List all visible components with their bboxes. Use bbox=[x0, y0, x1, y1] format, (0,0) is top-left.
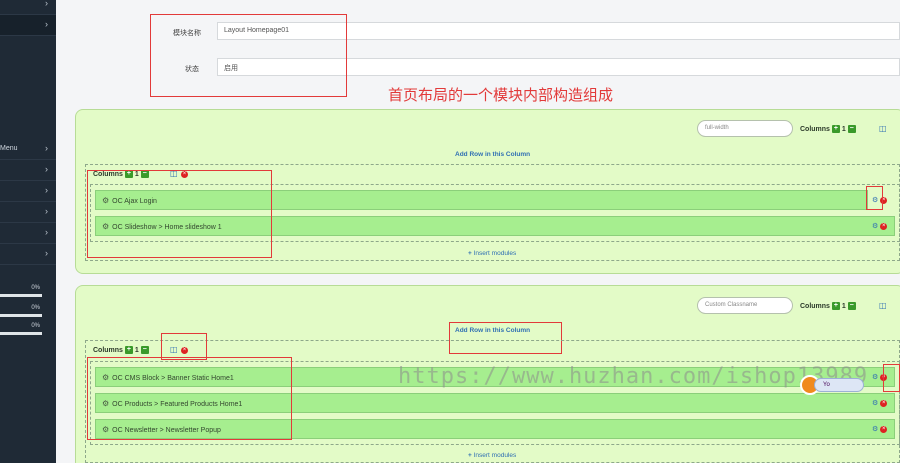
annotation-box bbox=[87, 170, 272, 258]
sidebar-item[interactable]: › bbox=[0, 202, 56, 223]
close-icon[interactable]: × bbox=[880, 222, 888, 230]
class-input[interactable]: Custom Classname bbox=[697, 297, 793, 314]
columns-label: Columns bbox=[800, 302, 830, 310]
layout-icon[interactable]: ◫ bbox=[879, 301, 887, 310]
settings-icon[interactable]: ⚙ bbox=[872, 400, 878, 407]
close-icon[interactable]: × bbox=[880, 425, 888, 433]
sidebar: › › Menu › › › › › › 0% 0% 0% bbox=[0, 0, 56, 463]
class-input[interactable]: full-width bbox=[697, 120, 793, 137]
sidebar-item[interactable]: › bbox=[0, 223, 56, 244]
module-actions: ⚙ × bbox=[872, 222, 888, 230]
minus-icon[interactable]: − bbox=[847, 125, 856, 133]
annotation-box bbox=[161, 333, 207, 360]
chevron-right-icon: › bbox=[45, 248, 48, 258]
plus-icon: + bbox=[468, 452, 472, 459]
close-icon[interactable]: × bbox=[880, 399, 888, 407]
sidebar-progress: 0% bbox=[0, 320, 42, 340]
columns-label: Columns bbox=[93, 346, 123, 354]
minus-icon[interactable]: − bbox=[140, 346, 149, 354]
plus-icon[interactable]: + bbox=[831, 125, 840, 133]
settings-icon[interactable]: ⚙ bbox=[872, 426, 878, 433]
progress-bar bbox=[0, 294, 42, 297]
annotation-box bbox=[883, 364, 900, 392]
layout-icon[interactable]: ◫ bbox=[879, 124, 887, 133]
module-actions: ⚙ × bbox=[872, 425, 888, 433]
plus-icon[interactable]: + bbox=[124, 346, 133, 354]
annotation-box bbox=[87, 357, 292, 440]
annotation-caption: 首页布局的一个模块内部构造组成 bbox=[388, 86, 614, 104]
columns-control: Columns + 1 − bbox=[800, 125, 856, 133]
chevron-right-icon: › bbox=[45, 185, 48, 195]
module-actions: ⚙ × bbox=[872, 399, 888, 407]
settings-icon[interactable]: ⚙ bbox=[872, 223, 878, 230]
plus-icon[interactable]: + bbox=[831, 302, 840, 310]
sidebar-item[interactable]: › bbox=[0, 0, 56, 15]
floating-badge: Yo bbox=[814, 378, 864, 392]
columns-count: 1 bbox=[841, 302, 846, 310]
annotation-box bbox=[866, 186, 883, 210]
insert-modules-label: Insert modules bbox=[473, 250, 517, 257]
chevron-right-icon: › bbox=[45, 164, 48, 174]
insert-modules-link[interactable]: + Insert modules bbox=[468, 452, 516, 459]
columns-label: Columns bbox=[800, 125, 830, 133]
columns-control: Columns + 1 − bbox=[800, 302, 856, 310]
columns-count: 1 bbox=[841, 125, 846, 133]
settings-icon[interactable]: ⚙ bbox=[872, 374, 878, 381]
chevron-right-icon: › bbox=[45, 143, 48, 153]
chevron-right-icon: › bbox=[45, 19, 48, 29]
chevron-right-icon: › bbox=[45, 206, 48, 216]
sidebar-item-menu[interactable]: Menu › bbox=[0, 139, 56, 160]
progress-bar bbox=[0, 332, 42, 335]
progress-percent: 0% bbox=[31, 305, 40, 311]
insert-modules-label: Insert modules bbox=[473, 452, 517, 459]
sidebar-item[interactable]: › bbox=[0, 244, 56, 265]
sidebar-progress: 0% bbox=[0, 282, 42, 302]
watermark: https://www.huzhan.com/ishop13989 bbox=[398, 364, 869, 389]
inner-columns-control: Columns + 1 − bbox=[93, 346, 149, 354]
chevron-right-icon: › bbox=[45, 227, 48, 237]
plus-icon: + bbox=[468, 250, 472, 257]
sidebar-item-label: Menu bbox=[0, 145, 18, 152]
sidebar-progress: 0% bbox=[0, 302, 42, 322]
chevron-right-icon: › bbox=[45, 0, 48, 8]
annotation-box bbox=[150, 14, 347, 97]
progress-percent: 0% bbox=[31, 285, 40, 291]
add-row-link[interactable]: Add Row in this Column bbox=[455, 151, 530, 158]
sidebar-item[interactable]: › bbox=[0, 160, 56, 181]
progress-bar bbox=[0, 314, 42, 317]
progress-percent: 0% bbox=[31, 323, 40, 329]
sidebar-item[interactable]: › bbox=[0, 181, 56, 202]
sidebar-item-active[interactable]: › bbox=[0, 15, 56, 36]
minus-icon[interactable]: − bbox=[847, 302, 856, 310]
columns-count: 1 bbox=[134, 346, 139, 354]
insert-modules-link[interactable]: + Insert modules bbox=[468, 250, 516, 257]
